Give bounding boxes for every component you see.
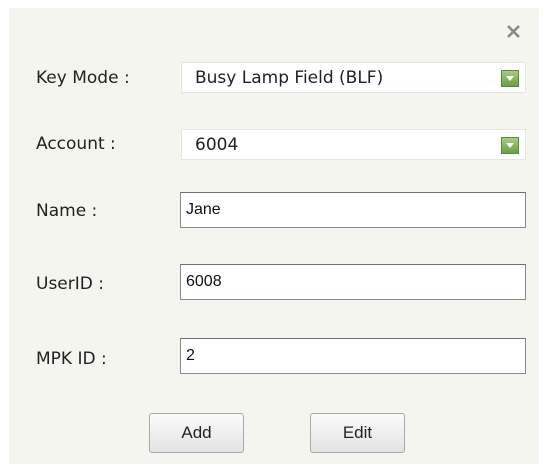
name-input[interactable]: [180, 192, 526, 228]
key-mode-label: Key Mode :: [36, 68, 130, 88]
name-label: Name :: [36, 201, 98, 221]
userid-input[interactable]: [180, 264, 526, 300]
close-button[interactable]: [501, 16, 527, 44]
mpk-id-label: MPK ID :: [36, 349, 107, 369]
mpk-dialog: Key Mode : Busy Lamp Field (BLF) Account…: [9, 8, 539, 464]
userid-label: UserID :: [36, 274, 104, 294]
mpk-id-input[interactable]: [180, 338, 526, 374]
key-mode-value: Busy Lamp Field (BLF): [195, 68, 384, 88]
account-value: 6004: [195, 135, 239, 155]
account-select[interactable]: 6004: [181, 129, 526, 160]
dropdown-arrow-icon: [501, 137, 519, 154]
close-icon: [507, 25, 520, 38]
key-mode-select[interactable]: Busy Lamp Field (BLF): [181, 62, 526, 93]
edit-button[interactable]: Edit: [310, 413, 405, 453]
dropdown-arrow-icon: [501, 70, 519, 87]
account-label: Account :: [36, 134, 116, 154]
add-button[interactable]: Add: [149, 413, 244, 453]
